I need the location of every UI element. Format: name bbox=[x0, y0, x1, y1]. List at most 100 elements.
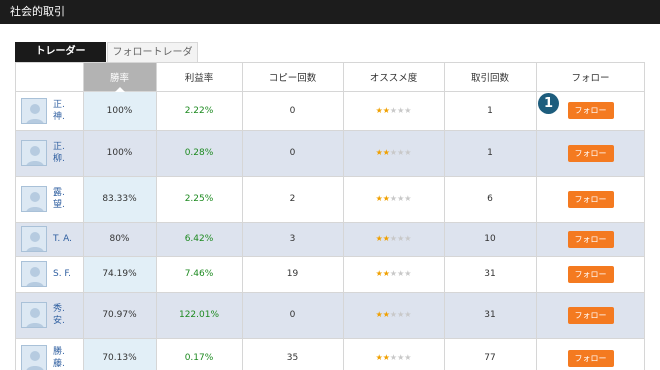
avatar-icon[interactable] bbox=[21, 345, 47, 370]
star-rating: ★★★★★ bbox=[376, 106, 412, 115]
win-rate-cell: 100% bbox=[83, 130, 157, 177]
avatar-icon[interactable] bbox=[21, 302, 47, 328]
trader-name-link[interactable]: 正. 柳. bbox=[53, 141, 73, 165]
header-profit-rate[interactable]: 利益率 bbox=[156, 63, 243, 92]
trader-name-link[interactable]: 露. 望. bbox=[53, 187, 73, 211]
star-filled-icon: ★ bbox=[375, 105, 383, 115]
header-win-rate[interactable]: 勝率 bbox=[83, 63, 157, 92]
star-filled-icon: ★ bbox=[382, 353, 390, 362]
trader-name-link[interactable]: 勝. 藤. bbox=[53, 346, 73, 370]
star-filled-icon: ★ bbox=[375, 353, 383, 362]
trader-cell: 正. 神. bbox=[16, 91, 84, 131]
win-rate-cell: 74.19% bbox=[83, 256, 157, 293]
trader-cell: 勝. 藤. bbox=[16, 338, 84, 370]
trade-count-cell: 77 bbox=[444, 338, 537, 370]
avatar-icon[interactable] bbox=[21, 261, 47, 287]
avatar-icon[interactable] bbox=[21, 226, 47, 252]
star-filled-icon: ★ bbox=[375, 310, 383, 319]
profit-rate-cell: 2.25% bbox=[156, 176, 243, 223]
header-copy-count[interactable]: コピー回数 bbox=[242, 63, 344, 92]
star-filled-icon: ★ bbox=[375, 148, 383, 157]
star-empty-icon: ★ bbox=[389, 105, 398, 115]
recommendation-cell: ★★★★★ bbox=[343, 91, 445, 131]
star-filled-icon: ★ bbox=[382, 234, 390, 243]
copy-count-cell: 0 bbox=[242, 130, 344, 177]
profit-rate-cell: 0.28% bbox=[156, 130, 243, 177]
trader-cell: 露. 望. bbox=[16, 176, 84, 223]
win-rate-cell: 83.33% bbox=[83, 176, 157, 223]
tab-bar: トレーダー フォロートレーダー bbox=[15, 42, 198, 78]
star-rating: ★★★★★ bbox=[376, 269, 412, 278]
follow-cell: フォロー bbox=[536, 256, 644, 293]
star-filled-icon: ★ bbox=[382, 105, 390, 115]
star-empty-icon: ★ bbox=[389, 194, 398, 203]
table-row: 正. 柳. 100% 0.28% 0 ★★★★★ 1 フォロー bbox=[16, 130, 644, 177]
recommendation-cell: ★★★★★ bbox=[343, 176, 445, 223]
trader-name-link[interactable]: 正. 神. bbox=[53, 99, 73, 123]
profit-rate-cell: 2.22% bbox=[156, 91, 243, 131]
star-filled-icon: ★ bbox=[375, 234, 383, 243]
trader-cell: S. F. bbox=[16, 256, 84, 293]
copy-count-cell: 0 bbox=[242, 91, 344, 131]
star-empty-icon: ★ bbox=[389, 148, 398, 157]
profit-rate-cell: 6.42% bbox=[156, 222, 243, 257]
follow-cell: フォロー bbox=[536, 222, 644, 257]
star-filled-icon: ★ bbox=[382, 148, 390, 157]
copy-count-cell: 2 bbox=[242, 176, 344, 223]
star-filled-icon: ★ bbox=[382, 194, 390, 203]
trader-name-link[interactable]: 秀. 安. bbox=[53, 303, 73, 327]
window-title: 社会的取引 bbox=[0, 0, 660, 24]
copy-count-cell: 35 bbox=[242, 338, 344, 370]
star-empty-icon: ★ bbox=[404, 194, 412, 203]
header-recommendation[interactable]: オススメ度 bbox=[343, 63, 445, 92]
trader-cell: 秀. 安. bbox=[16, 292, 84, 339]
star-empty-icon: ★ bbox=[389, 269, 398, 278]
profit-rate-cell: 0.17% bbox=[156, 338, 243, 370]
table-row: S. F. 74.19% 7.46% 19 ★★★★★ 31 フォロー bbox=[16, 256, 644, 293]
follow-button[interactable]: フォロー bbox=[567, 144, 614, 162]
follow-cell: フォロー bbox=[536, 130, 644, 177]
table-row: 秀. 安. 70.97% 122.01% 0 ★★★★★ 31 フォロー bbox=[16, 292, 644, 339]
avatar-icon[interactable] bbox=[21, 140, 47, 166]
star-rating: ★★★★★ bbox=[376, 234, 412, 243]
avatar-icon[interactable] bbox=[21, 186, 47, 212]
tab-follow-traders[interactable]: フォロートレーダー bbox=[107, 42, 198, 78]
table-row: 勝. 藤. 70.13% 0.17% 35 ★★★★★ 77 フォロー bbox=[16, 338, 644, 370]
avatar-icon[interactable] bbox=[21, 97, 47, 124]
win-rate-cell: 70.13% bbox=[83, 338, 157, 370]
win-rate-cell: 80% bbox=[83, 222, 157, 257]
star-empty-icon: ★ bbox=[404, 353, 412, 362]
copy-count-cell: 0 bbox=[242, 292, 344, 339]
follow-button[interactable]: フォロー bbox=[567, 102, 614, 119]
table-row: 露. 望. 83.33% 2.25% 2 ★★★★★ 6 フォロー bbox=[16, 176, 644, 223]
recommendation-cell: ★★★★★ bbox=[343, 222, 445, 257]
follow-button[interactable]: フォロー bbox=[567, 190, 614, 208]
follow-button[interactable]: フォロー bbox=[567, 265, 614, 283]
profit-rate-cell: 7.46% bbox=[156, 256, 243, 293]
star-filled-icon: ★ bbox=[375, 269, 383, 278]
star-rating: ★★★★★ bbox=[376, 310, 412, 319]
trader-name-link[interactable]: S. F. bbox=[53, 268, 73, 280]
trade-count-cell: 1 bbox=[444, 130, 537, 177]
trader-cell: 正. 柳. bbox=[16, 130, 84, 177]
recommendation-cell: ★★★★★ bbox=[343, 130, 445, 177]
trade-count-cell: 31 bbox=[444, 292, 537, 339]
star-empty-icon: ★ bbox=[389, 234, 398, 243]
copy-count-cell: 3 bbox=[242, 222, 344, 257]
recommendation-cell: ★★★★★ bbox=[343, 338, 445, 370]
header-trade-count[interactable]: 取引回数 bbox=[444, 63, 537, 92]
star-filled-icon: ★ bbox=[382, 269, 390, 278]
header-trader bbox=[16, 63, 84, 92]
follow-cell: フォロー bbox=[536, 292, 644, 339]
trade-count-cell: 1 bbox=[444, 91, 537, 131]
star-rating: ★★★★★ bbox=[376, 148, 412, 157]
follow-button[interactable]: フォロー bbox=[567, 349, 614, 367]
trader-name-link[interactable]: T. A. bbox=[53, 233, 73, 245]
star-empty-icon: ★ bbox=[404, 105, 412, 115]
trade-count-cell: 31 bbox=[444, 256, 537, 293]
tab-traders[interactable]: トレーダー bbox=[15, 42, 106, 62]
win-rate-cell: 70.97% bbox=[83, 292, 157, 339]
sort-arrow-icon bbox=[114, 86, 125, 92]
follow-button[interactable]: フォロー bbox=[567, 230, 614, 248]
follow-button[interactable]: フォロー bbox=[567, 306, 614, 324]
